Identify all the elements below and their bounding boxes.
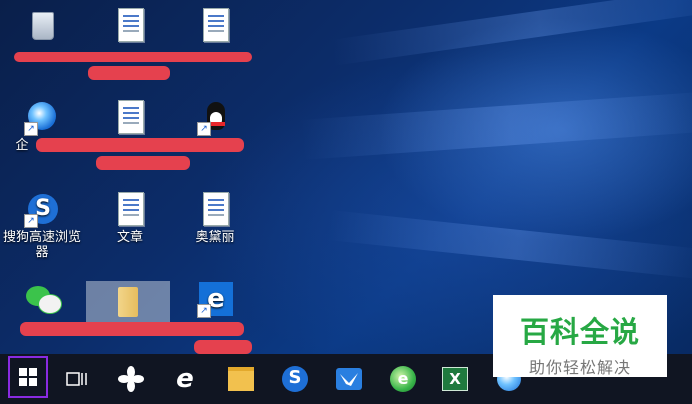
- 360-e-icon: e: [390, 366, 416, 392]
- fan-app-button[interactable]: [108, 354, 154, 404]
- shortcut-arrow-icon: ↗: [24, 122, 38, 136]
- document-icon[interactable]: 文章: [90, 192, 170, 245]
- sogou-browser-icon[interactable]: S ↗ 搜狗高速浏览器: [2, 192, 82, 260]
- watermark-subtitle: 助你轻松解决: [528, 358, 631, 377]
- redaction-bar: [36, 138, 244, 152]
- task-view-button[interactable]: [54, 354, 100, 404]
- feishu-button[interactable]: [326, 354, 372, 404]
- shortcut-arrow-icon: ↗: [197, 304, 211, 318]
- light-beam: [330, 0, 692, 66]
- redaction-bar: [14, 52, 252, 62]
- watermark-title: 百科全说: [519, 315, 640, 349]
- shortcut-arrow-icon: ↗: [197, 122, 211, 136]
- windows-logo-icon: [19, 368, 37, 386]
- redaction-bar: [88, 66, 170, 80]
- fan-icon: [118, 366, 144, 392]
- shortcut-arrow-icon: ↗: [24, 214, 38, 228]
- redaction-bar: [96, 156, 190, 170]
- excel-button[interactable]: X: [432, 354, 478, 404]
- icon-label: 文章: [116, 230, 143, 245]
- light-beam: [300, 90, 692, 160]
- recycle-bin-icon[interactable]: [2, 8, 82, 46]
- icon-label: 搜狗高速浏览器: [2, 230, 81, 260]
- trash-icon: [32, 12, 54, 40]
- document-icon[interactable]: [175, 8, 255, 46]
- icon-label: 企: [15, 138, 29, 153]
- folder-icon: [228, 367, 254, 391]
- sogou-taskbar-button[interactable]: S: [272, 354, 318, 404]
- sogou-s-icon: S: [282, 366, 308, 392]
- icon-label: 奥黛丽: [195, 230, 235, 245]
- document-file-icon: [118, 100, 144, 134]
- excel-x-icon: X: [442, 367, 468, 391]
- document-file-icon: [203, 192, 229, 226]
- document-file-icon: [118, 192, 144, 226]
- document-icon[interactable]: 奥黛丽: [175, 192, 255, 245]
- document-icon[interactable]: [90, 8, 170, 46]
- bird-icon: [336, 368, 362, 390]
- edge-icon[interactable]: e ↗: [175, 282, 255, 320]
- task-view-icon: [66, 372, 87, 386]
- ie-button[interactable]: e: [162, 354, 208, 404]
- document-file-icon: [118, 8, 144, 42]
- file-explorer-button[interactable]: [218, 354, 264, 404]
- ie-icon: e: [176, 364, 194, 394]
- folder-icon-selected[interactable]: [86, 281, 170, 323]
- qq-icon[interactable]: ↗: [175, 100, 255, 138]
- watermark-logo: 百科全说 助你轻松解决: [493, 295, 667, 377]
- light-beam: [326, 210, 692, 280]
- 360-browser-button[interactable]: e: [380, 354, 426, 404]
- start-button[interactable]: [8, 356, 48, 398]
- folder-icon: [118, 287, 138, 317]
- document-icon[interactable]: [90, 100, 170, 138]
- wechat-icon[interactable]: [2, 282, 82, 320]
- redaction-bar: [20, 322, 244, 336]
- document-file-icon: [203, 8, 229, 42]
- redaction-bar: [194, 340, 252, 354]
